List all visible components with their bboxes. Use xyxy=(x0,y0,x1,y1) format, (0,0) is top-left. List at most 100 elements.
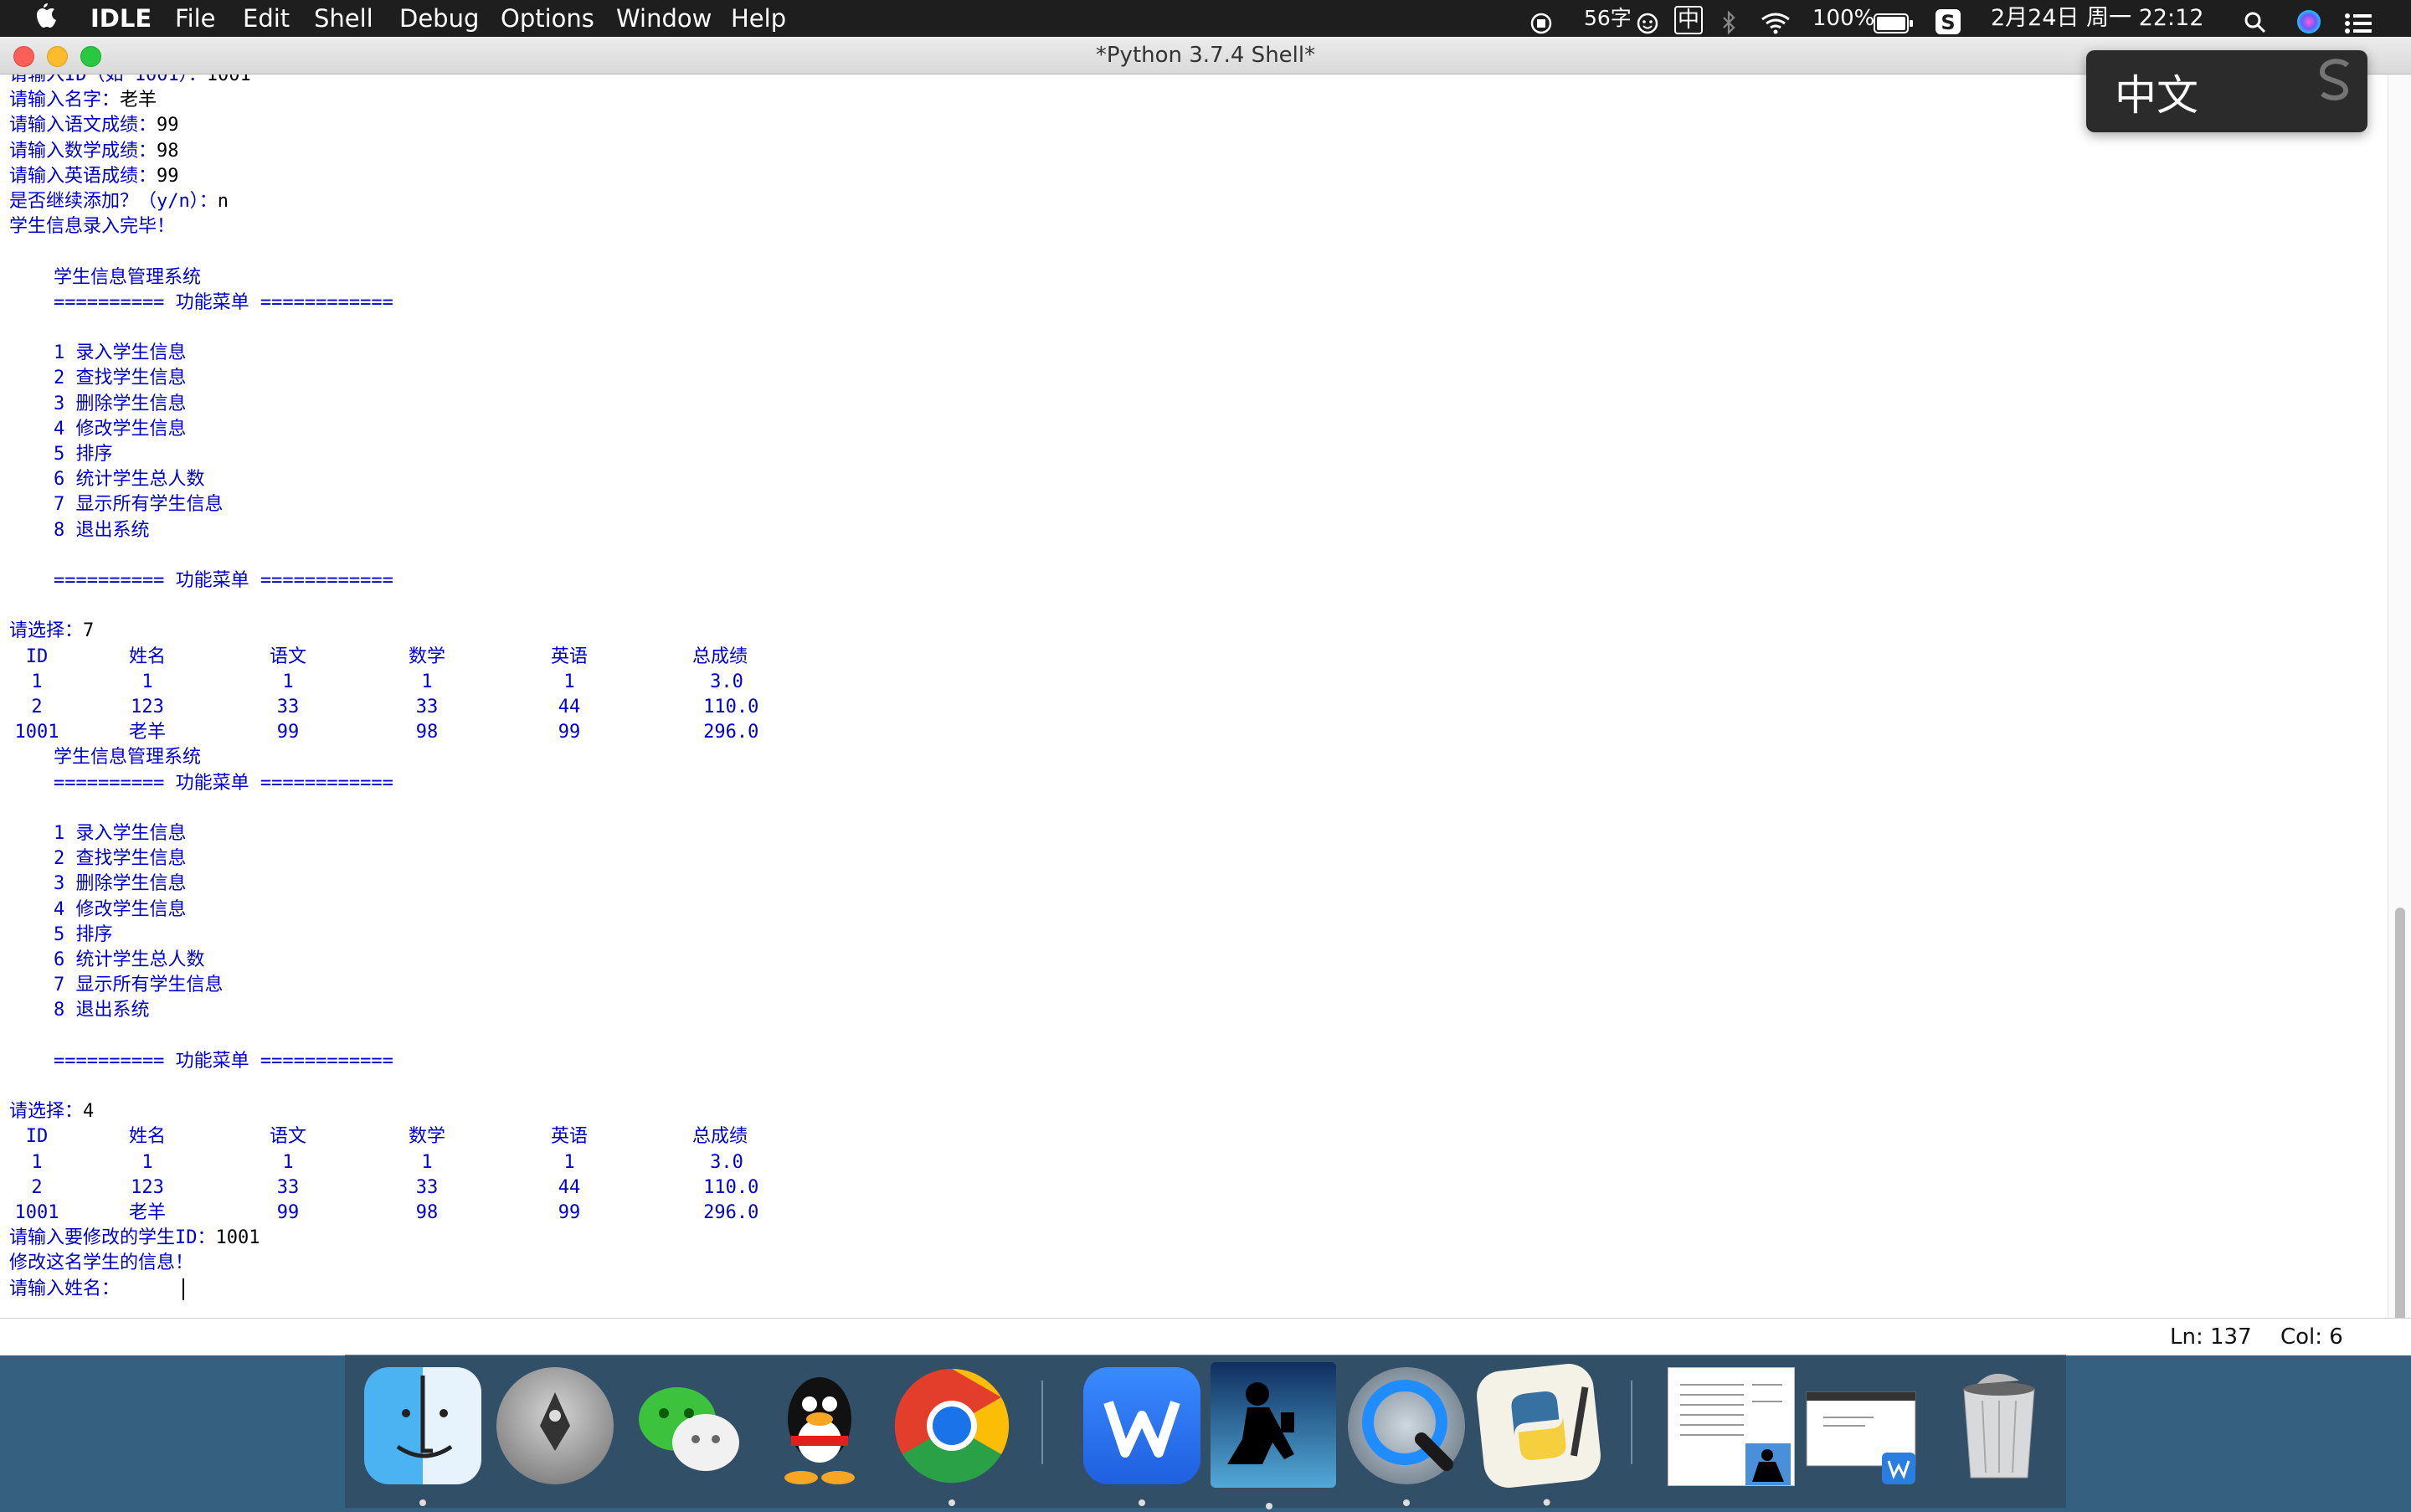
menu-help[interactable]: Help xyxy=(731,0,786,37)
idle-shell-window: *Python 3.7.4 Shell* 请输入ID（如 1001）：1001 请… xyxy=(0,37,2411,1355)
menu-options[interactable]: Options xyxy=(501,0,594,37)
shell-output-text: 5 排序 xyxy=(9,923,113,945)
shell-output-text: 6 统计学生总人数 xyxy=(9,949,205,970)
shell-line: ========== 功能菜单 ============ xyxy=(9,291,393,316)
notification-center-icon[interactable] xyxy=(2344,8,2372,33)
table-cell: 1 xyxy=(31,1151,43,1173)
wps-icon[interactable] xyxy=(1083,1367,1200,1506)
shell-line: 4 修改学生信息 xyxy=(9,417,187,442)
menu-edit[interactable]: Edit xyxy=(243,0,290,37)
shell-output-text: ========== 功能菜单 ============ xyxy=(9,570,393,591)
table-cell: 1 xyxy=(421,1151,433,1173)
menu-window[interactable]: Window xyxy=(616,0,712,37)
date-time[interactable]: 2月24日 周一 22:12 xyxy=(1991,0,2204,37)
menu-file[interactable]: File xyxy=(175,0,216,37)
table-cell: 1 xyxy=(421,671,433,692)
input-method-popup: 中文 xyxy=(2086,50,2367,132)
shell-output-text: 请选择： xyxy=(9,620,84,642)
table-cell: 123 xyxy=(131,1176,164,1198)
dock xyxy=(345,1355,2066,1509)
table-cell: 123 xyxy=(131,697,164,717)
search-icon[interactable] xyxy=(2244,8,2267,33)
quicktime-icon[interactable] xyxy=(1348,1367,1465,1506)
shell-line: 3 删除学生信息 xyxy=(9,392,187,417)
shell-output-text: 请输入语文成绩： xyxy=(9,115,157,136)
table-cell: 老羊 xyxy=(128,722,167,743)
chrome-icon[interactable] xyxy=(893,1367,1010,1506)
menu-shell[interactable]: Shell xyxy=(314,0,373,37)
shell-output[interactable]: 请输入ID（如 1001）：1001 请输入名字：老羊 请输入语文成绩：99 请输入数… xyxy=(0,75,2386,1355)
emoji-icon[interactable] xyxy=(1637,8,1658,34)
table-cell: 296.0 xyxy=(703,722,759,743)
shell-output-text: 请选择： xyxy=(9,1101,84,1123)
shell-line: 请输入要修改的学生ID：1001 xyxy=(9,1226,260,1251)
table-header-cell: ID xyxy=(25,1126,49,1148)
shell-line: 请输入ID（如 1001）：1001 xyxy=(9,75,251,88)
shell-output-text: 4 修改学生信息 xyxy=(9,898,187,920)
shell-line: ========== 功能菜单 ============ xyxy=(9,568,393,594)
shell-output-text: 7 显示所有学生信息 xyxy=(9,975,224,996)
shell-line: ========== 功能菜单 ============ xyxy=(9,1049,393,1074)
shell-output-text: ========== 功能菜单 ============ xyxy=(9,772,393,794)
screen-record-icon[interactable] xyxy=(1530,8,1552,34)
table-cell: 1 xyxy=(282,1151,294,1173)
menu-bar: IDLE File Edit Shell Debug Options Windo… xyxy=(0,0,2411,37)
bluetooth-icon[interactable] xyxy=(1720,8,1737,35)
table-cell: 98 xyxy=(415,1202,439,1223)
input-method-indicator[interactable]: 中 xyxy=(1674,6,1704,34)
table-cell: 1 xyxy=(563,1151,575,1173)
table-cell: 3.0 xyxy=(710,1151,743,1173)
table-cell: 1001 xyxy=(14,1202,59,1223)
table-cell: 老羊 xyxy=(128,1202,167,1223)
table-cell: 2 xyxy=(31,1176,43,1198)
shell-line: 学生信息管理系统 xyxy=(9,745,201,770)
column-number: Col: 6 xyxy=(2280,1324,2343,1350)
sogou-icon[interactable]: S xyxy=(1935,8,1961,34)
siri-icon[interactable] xyxy=(2296,8,2321,33)
shell-line: 1 录入学生信息 xyxy=(9,821,187,846)
shell-output-text: 请输入名字： xyxy=(9,90,121,111)
shell-user-input: 99 xyxy=(157,115,179,136)
shell-line: 修改这名学生的信息！ xyxy=(9,1251,193,1276)
launchpad-icon[interactable] xyxy=(496,1367,614,1484)
finder-icon[interactable] xyxy=(364,1367,481,1506)
shell-line: 6 统计学生总人数 xyxy=(9,467,205,492)
menu-debug[interactable]: Debug xyxy=(399,0,479,37)
shell-output-text: 4 修改学生信息 xyxy=(9,418,187,440)
shell-output-text: 请输入英语成绩： xyxy=(9,165,157,187)
shell-line: 5 排序 xyxy=(9,923,113,948)
battery-percent[interactable]: 100% xyxy=(1812,0,1874,37)
shell-output-text: 修改这名学生的信息！ xyxy=(9,1252,194,1274)
input-method-label: 中文 xyxy=(2115,71,2198,120)
wifi-icon[interactable] xyxy=(1761,8,1791,34)
shell-user-input: n xyxy=(217,191,229,212)
vertical-scrollbar[interactable] xyxy=(2388,75,2411,1355)
scrollbar-thumb[interactable] xyxy=(2395,908,2405,1347)
python-launcher-icon[interactable] xyxy=(1474,1361,1603,1506)
svg-text:S: S xyxy=(1941,11,1955,34)
window-preview-icon[interactable] xyxy=(1798,1367,1924,1484)
wechat-icon[interactable] xyxy=(629,1367,746,1484)
qq-icon[interactable] xyxy=(761,1367,878,1484)
trash-icon[interactable] xyxy=(1941,1367,2058,1484)
kindle-icon[interactable] xyxy=(1211,1362,1336,1509)
shell-output-text: ========== 功能菜单 ============ xyxy=(9,1050,393,1072)
shell-output-text: 7 显示所有学生信息 xyxy=(9,494,224,516)
apple-icon[interactable] xyxy=(33,0,59,37)
battery-icon[interactable] xyxy=(1874,8,1914,33)
sogou-logo-icon xyxy=(2319,59,2350,100)
title-bar[interactable]: *Python 3.7.4 Shell* xyxy=(0,37,2411,75)
shell-line: 是否继续添加？（y/n）：n xyxy=(9,189,229,214)
shell-output-text: 是否继续添加？（y/n）： xyxy=(9,191,218,212)
shell-line: 学生信息录入完毕！ xyxy=(9,214,175,239)
table-header-cell: 语文 xyxy=(269,645,307,667)
shell-user-input: 98 xyxy=(157,140,179,162)
table-cell: 1 xyxy=(563,671,575,692)
menu-app-name[interactable]: IDLE xyxy=(90,0,152,37)
table-cell: 44 xyxy=(558,1176,581,1198)
char-count[interactable]: 56字 xyxy=(1584,0,1632,37)
document-preview-icon[interactable] xyxy=(1668,1367,1795,1486)
table-cell: 1 xyxy=(31,671,43,692)
shell-output-text: 2 查找学生信息 xyxy=(9,368,187,389)
line-number: Ln: 137 xyxy=(2170,1324,2252,1350)
